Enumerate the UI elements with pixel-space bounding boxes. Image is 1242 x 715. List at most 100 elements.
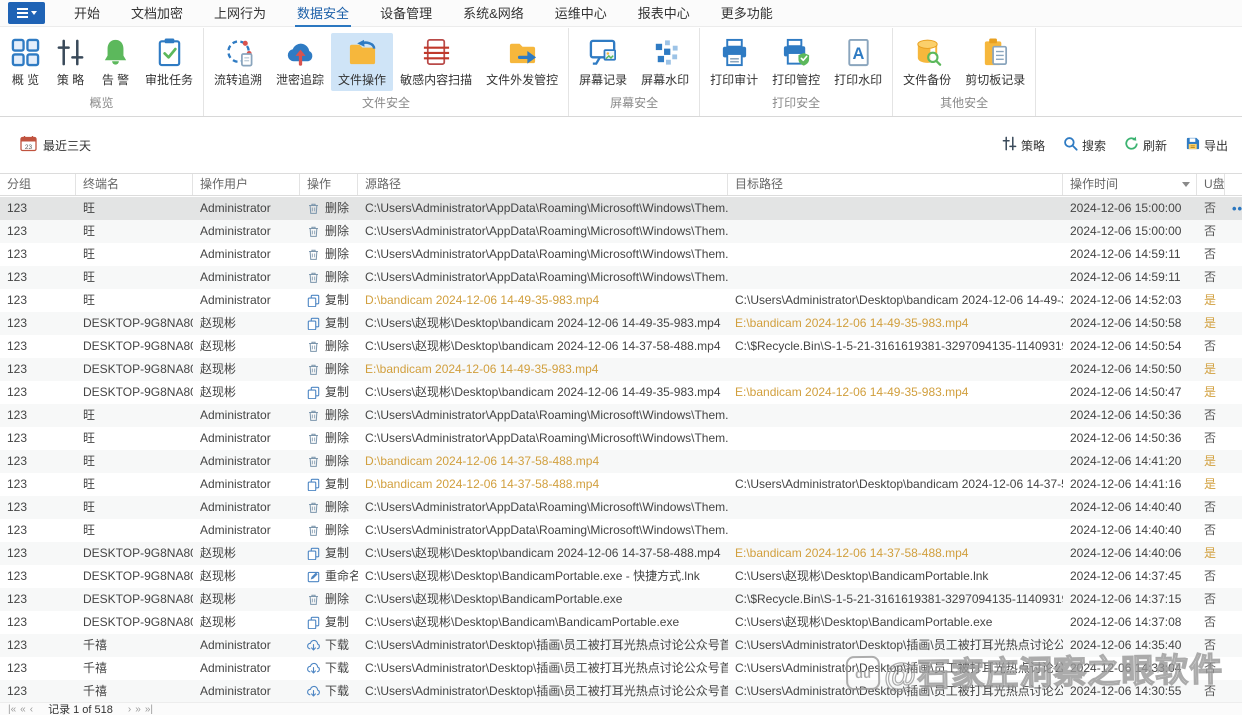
ribbon-item-policy-sliders[interactable]: 策 略: [48, 33, 93, 91]
table-row[interactable]: 123 旺 Administrator 删除 C:\Users\Administrato…: [0, 266, 1242, 289]
ribbon-item-screen-monitor[interactable]: 屏幕记录: [572, 33, 634, 91]
export-button[interactable]: 导出: [1185, 136, 1228, 154]
log-table-body: 123 旺 Administrator 删除 C:\Users\Administrato…: [0, 197, 1242, 703]
menu-tab-1[interactable]: 文档加密: [129, 0, 185, 27]
ribbon-item-approval-clipboard[interactable]: 审批任务: [138, 33, 200, 91]
menu-tab-3[interactable]: 数据安全: [295, 0, 352, 27]
column-header-5[interactable]: 目标路径: [728, 174, 1063, 195]
prev-page-button[interactable]: ‹: [28, 704, 35, 715]
column-header-3[interactable]: 操作: [300, 174, 358, 195]
cell-more: [1225, 404, 1242, 427]
table-row[interactable]: 123 旺 Administrator 删除 C:\Users\Administrato…: [0, 220, 1242, 243]
refresh-button[interactable]: 刷新: [1124, 136, 1167, 154]
cell-terminal: 旺: [83, 477, 96, 491]
table-row[interactable]: 123 旺 Administrator 删除 C:\Users\Administrato…: [0, 427, 1242, 450]
cell-usb: 否: [1204, 615, 1217, 629]
cell-operation: 下载: [300, 634, 358, 657]
cell-terminal: DESKTOP-9G8NA80: [83, 362, 193, 376]
table-row[interactable]: 123 DESKTOP-9G8NA80 赵现彬 删除 E:\bandicam 2024-…: [0, 358, 1242, 381]
ribbon-item-sensitive-scan[interactable]: 敏感内容扫描: [393, 33, 479, 91]
cell-operation: 删除: [300, 266, 358, 289]
table-row[interactable]: 123 旺 Administrator 删除 C:\Users\Administrato…: [0, 404, 1242, 427]
column-header-1[interactable]: 终端名: [76, 174, 193, 195]
sliders-button[interactable]: 策略: [1002, 136, 1045, 154]
app-menu-button[interactable]: [8, 2, 45, 24]
cell-target-path: [728, 519, 1063, 542]
cell-group: 123: [7, 247, 28, 261]
table-row[interactable]: 123 千禧 Administrator 下载 C:\Users\Administrat…: [0, 634, 1242, 657]
table-row[interactable]: 123 旺 Administrator 复制 D:\bandicam 2024-12-0…: [0, 289, 1242, 312]
action-label: 搜索: [1081, 138, 1106, 153]
menu-tab-6[interactable]: 运维中心: [553, 0, 609, 27]
cell-time: 2024-12-06 14:59:11: [1070, 247, 1181, 261]
search-button[interactable]: 搜索: [1063, 136, 1106, 154]
column-header-7[interactable]: U盘: [1197, 174, 1225, 195]
cell-source-path: C:\Users\赵现彬\Desktop\bandicam 2024-12-06…: [365, 339, 721, 353]
table-row[interactable]: 123 DESKTOP-9G8NA80 赵现彬 删除 C:\Users\赵现彬\Desk…: [0, 335, 1242, 358]
cell-time: 2024-12-06 14:40:40: [1070, 523, 1182, 537]
table-row[interactable]: 123 千禧 Administrator 下载 C:\Users\Administrat…: [0, 680, 1242, 703]
menu-tab-4[interactable]: 设备管理: [378, 0, 434, 27]
ribbon-item-leak-cloud[interactable]: 泄密追踪: [269, 33, 331, 91]
ribbon-item-file-backup-db[interactable]: 文件备份: [896, 33, 958, 91]
cell-user: Administrator: [200, 454, 271, 468]
cell-user: 赵现彬: [200, 569, 237, 583]
search-icon: [1063, 136, 1078, 154]
ribbon-item-clipboard-record[interactable]: 剪切板记录: [958, 33, 1032, 91]
cell-group: 123: [7, 408, 28, 422]
cell-time: 2024-12-06 14:40:06: [1070, 546, 1182, 560]
cell-source-path: C:\Users\赵现彬\Desktop\Bandicam\BandicamPo…: [365, 615, 680, 629]
row-more-actions-button[interactable]: •••: [1232, 201, 1242, 216]
ribbon-item-file-ops-folder[interactable]: 文件操作: [331, 33, 394, 91]
last-page-button[interactable]: »|: [143, 704, 155, 715]
date-range-filter[interactable]: 23 最近三天: [20, 135, 91, 155]
cell-user: 赵现彬: [200, 615, 237, 629]
column-header-0[interactable]: 分组: [0, 174, 76, 195]
cell-more: [1225, 427, 1242, 450]
ribbon-item-overview-grid[interactable]: 概 览: [3, 33, 48, 91]
table-row[interactable]: 123 DESKTOP-9G8NA80 赵现彬 重命名 C:\Users\赵现彬\Des…: [0, 565, 1242, 588]
cell-group: 123: [7, 569, 28, 583]
table-row[interactable]: 123 旺 Administrator 删除 C:\Users\Administrato…: [0, 197, 1242, 220]
menu-tab-2[interactable]: 上网行为: [212, 0, 268, 27]
ribbon-item-print-watermark-a[interactable]: A 打印水印: [827, 33, 889, 91]
table-row[interactable]: 123 旺 Administrator 删除 D:\bandicam 2024-12-0…: [0, 450, 1242, 473]
fast-prev-button[interactable]: «: [18, 704, 28, 715]
table-row[interactable]: 123 DESKTOP-9G8NA80 赵现彬 复制 C:\Users\赵现彬\Desk…: [0, 611, 1242, 634]
ribbon-item-file-outgoing-folder[interactable]: 文件外发管控: [479, 33, 565, 91]
column-header-6[interactable]: 操作时间: [1063, 174, 1197, 195]
cell-terminal: DESKTOP-9G8NA80: [83, 385, 193, 399]
cell-target-path: [728, 197, 1063, 220]
ribbon-group-label: 屏幕安全: [610, 96, 659, 110]
cell-time: 2024-12-06 14:50:54: [1070, 339, 1182, 353]
ribbon-item-trace-cycle[interactable]: 流转追溯: [207, 33, 269, 91]
ribbon-item-alert-bell[interactable]: 告 警: [93, 33, 138, 91]
table-row[interactable]: 123 DESKTOP-9G8NA80 赵现彬 删除 C:\Users\赵现彬\Desk…: [0, 588, 1242, 611]
cell-usb: 是: [1204, 385, 1217, 399]
cell-user: Administrator: [200, 247, 271, 261]
filter-dropdown-icon[interactable]: [1182, 182, 1190, 187]
ribbon-item-print-audit[interactable]: 打印审计: [703, 33, 765, 91]
menu-tab-5[interactable]: 系统&网络: [461, 0, 526, 27]
ribbon-item-print-control-shield[interactable]: 打印管控: [765, 33, 827, 91]
table-row[interactable]: 123 DESKTOP-9G8NA80 赵现彬 复制 C:\Users\赵现彬\Desk…: [0, 381, 1242, 404]
table-row[interactable]: 123 旺 Administrator 删除 C:\Users\Administrato…: [0, 243, 1242, 266]
column-header-2[interactable]: 操作用户: [193, 174, 300, 195]
ribbon-item-screen-watermark-pixels[interactable]: 屏幕水印: [634, 33, 696, 91]
column-header-4[interactable]: 源路径: [358, 174, 728, 195]
fast-next-button[interactable]: »: [133, 704, 143, 715]
cell-time: 2024-12-06 14:37:08: [1070, 615, 1182, 629]
screen-watermark-pixels-icon: [650, 37, 681, 68]
table-row[interactable]: 123 旺 Administrator 删除 C:\Users\Administrato…: [0, 519, 1242, 542]
menu-tab-7[interactable]: 报表中心: [636, 0, 692, 27]
table-row[interactable]: 123 旺 Administrator 复制 D:\bandicam 2024-12-0…: [0, 473, 1242, 496]
copy-icon: [307, 478, 320, 491]
table-row[interactable]: 123 旺 Administrator 删除 C:\Users\Administrato…: [0, 496, 1242, 519]
menu-tab-8[interactable]: 更多功能: [719, 0, 775, 27]
first-page-button[interactable]: |«: [6, 704, 18, 715]
cell-operation: 下载: [300, 657, 358, 680]
table-row[interactable]: 123 DESKTOP-9G8NA80 赵现彬 复制 C:\Users\赵现彬\Desk…: [0, 312, 1242, 335]
table-row[interactable]: 123 千禧 Administrator 下载 C:\Users\Administrat…: [0, 657, 1242, 680]
menu-tab-0[interactable]: 开始: [72, 0, 102, 27]
table-row[interactable]: 123 DESKTOP-9G8NA80 赵现彬 复制 C:\Users\赵现彬\Desk…: [0, 542, 1242, 565]
